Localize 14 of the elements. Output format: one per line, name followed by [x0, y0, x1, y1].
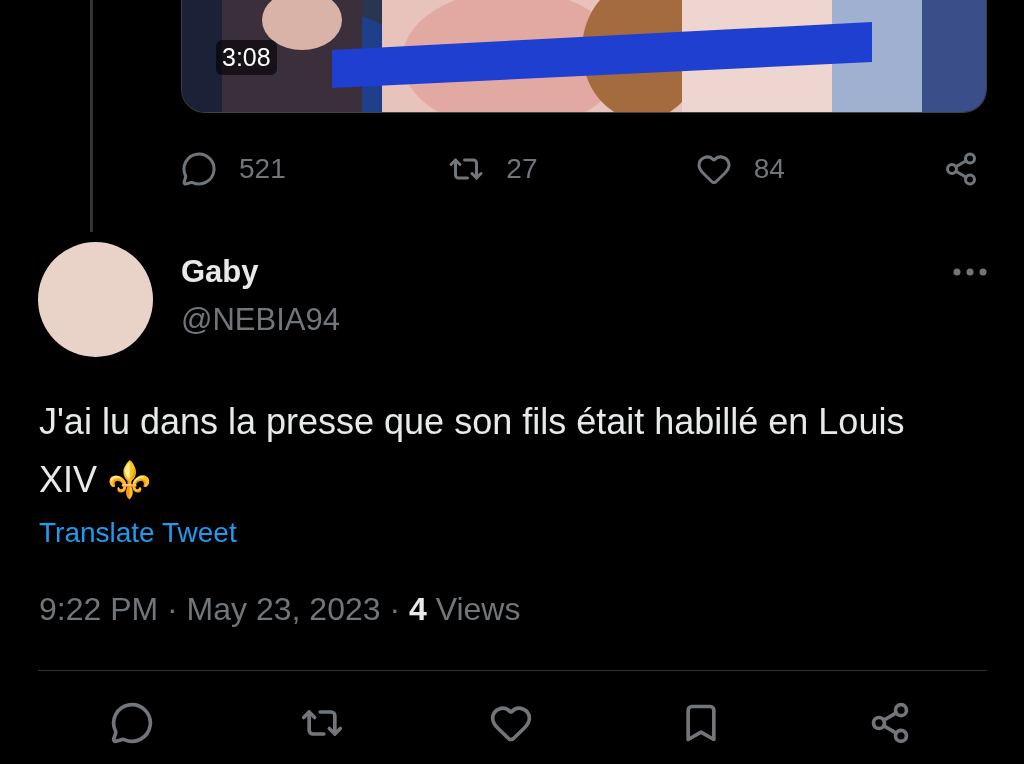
- more-icon: [953, 268, 987, 276]
- reply-button[interactable]: [110, 701, 154, 745]
- like-action[interactable]: 84: [695, 151, 816, 187]
- tweet-meta: 9:22 PM · May 23, 2023 · 4 Views: [39, 591, 521, 628]
- video-duration: 3:08: [216, 40, 277, 75]
- tweet-text: J'ai lu dans la presse que son fils était habillé en Louis XIV ⚜: [39, 400, 906, 502]
- translate-link[interactable]: Translate Tweet: [39, 517, 237, 549]
- user-handle: @NEBIA94: [181, 302, 341, 338]
- share-icon: [943, 151, 979, 187]
- more-button[interactable]: [953, 268, 987, 276]
- reply-action[interactable]: 521: [181, 151, 321, 187]
- reply-icon: [181, 151, 217, 187]
- repost-action[interactable]: 27: [448, 151, 569, 187]
- display-name: Gaby: [181, 254, 260, 290]
